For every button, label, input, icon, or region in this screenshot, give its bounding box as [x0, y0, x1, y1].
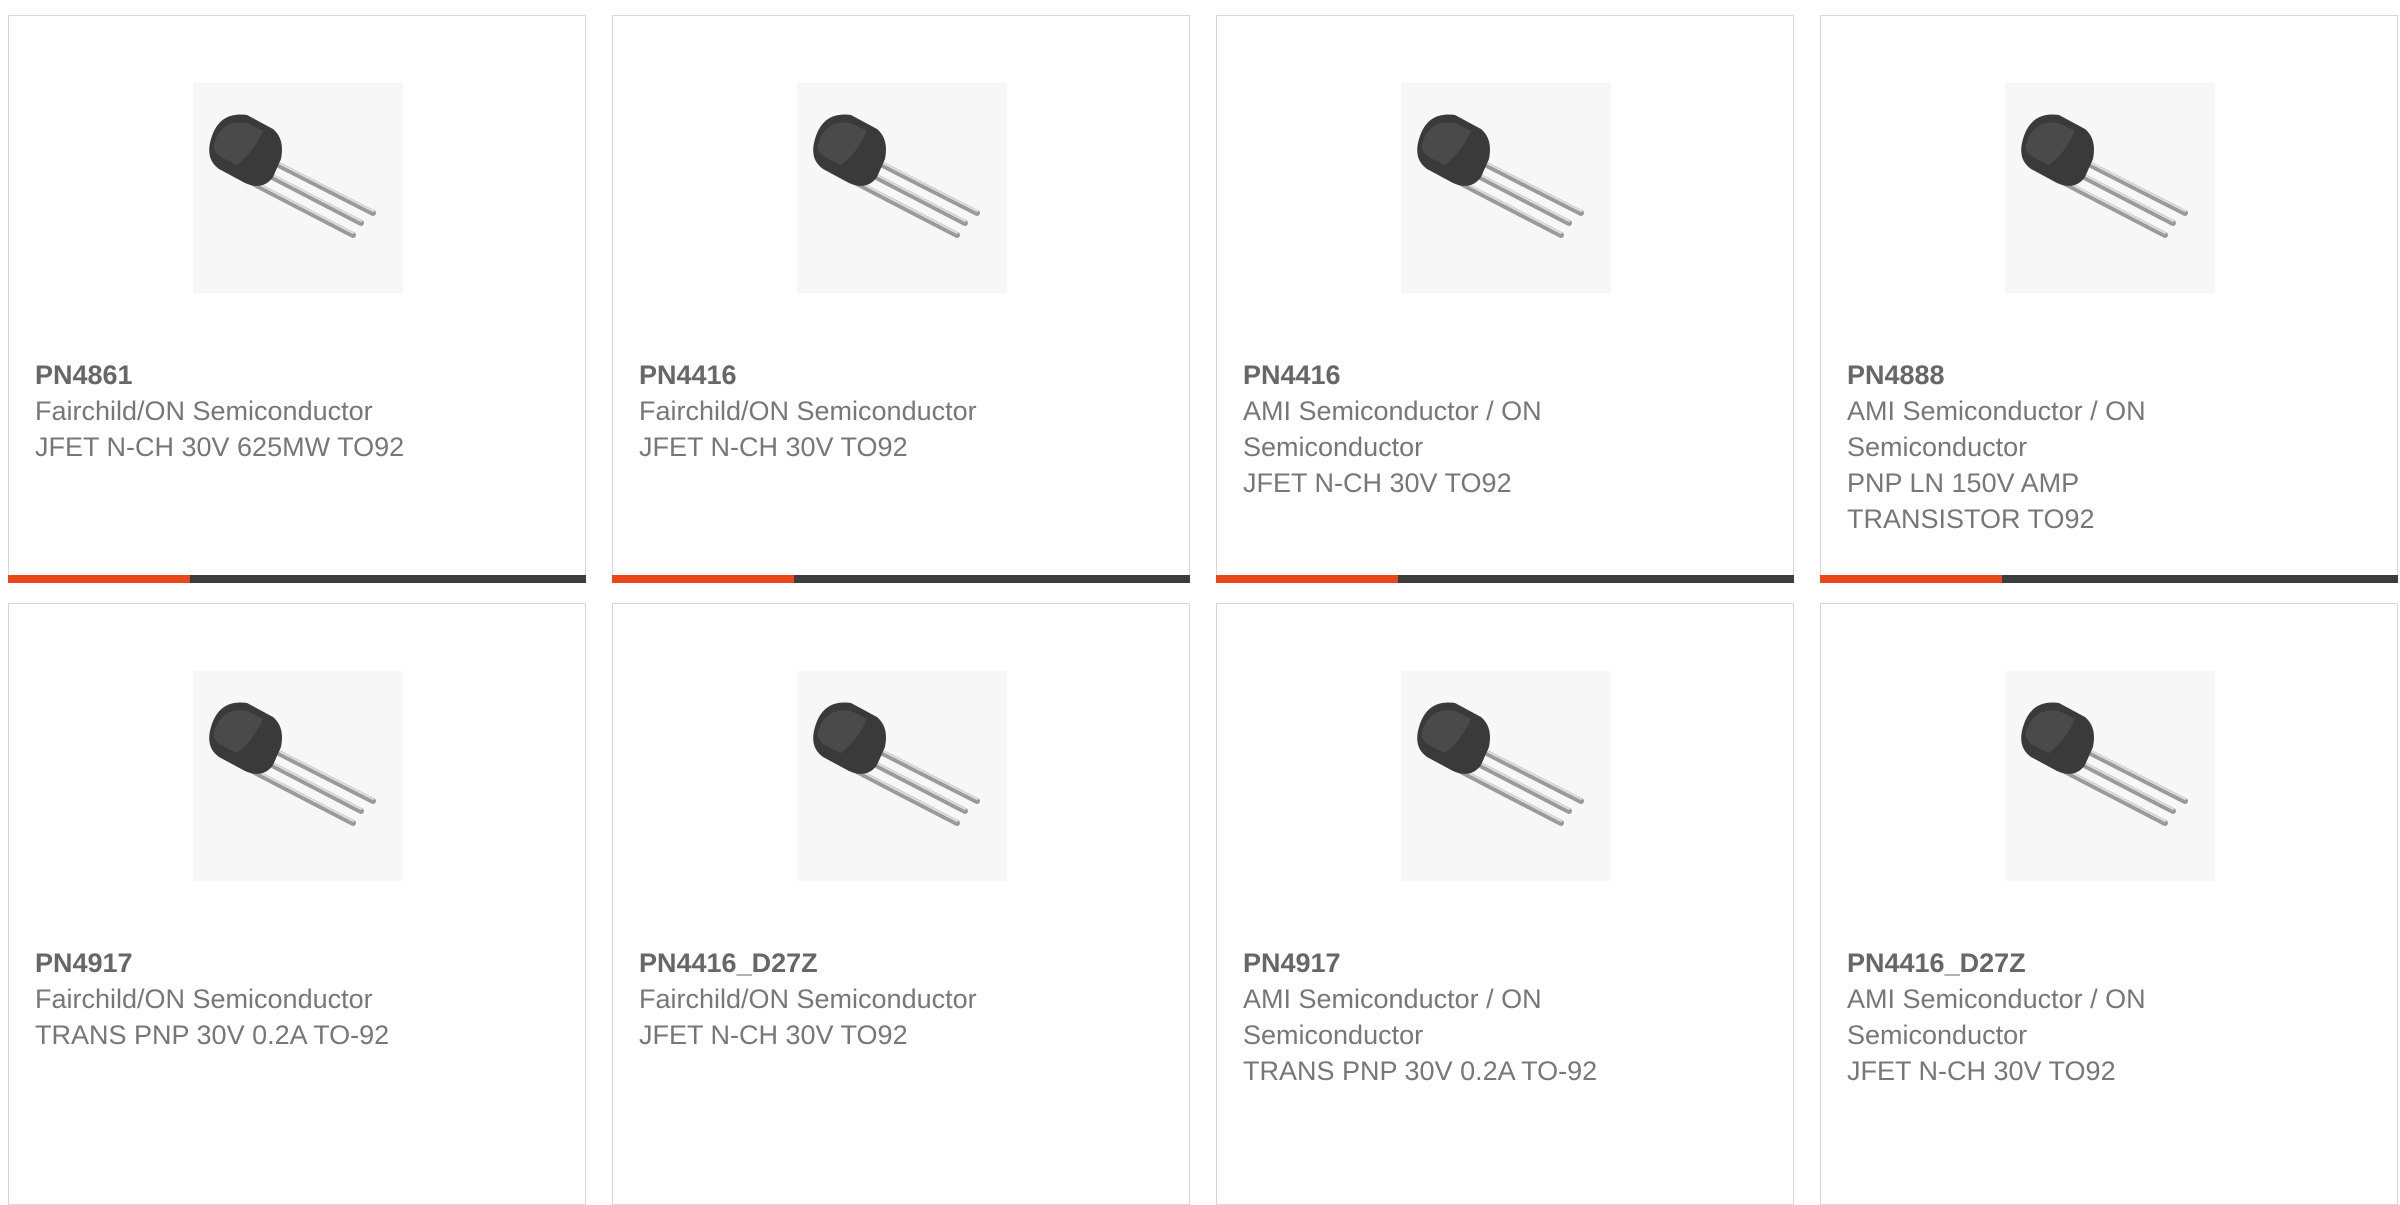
- card-bottom-bar: [1820, 575, 2398, 583]
- part-number[interactable]: PN4861: [35, 357, 559, 393]
- to92-transistor-icon: [813, 114, 980, 238]
- manufacturer: AMI Semiconductor / ON Semiconductor: [1847, 984, 2146, 1050]
- description: PNP LN 150V AMP TRANSISTOR TO92: [1847, 468, 2095, 534]
- product-card[interactable]: PN4861 Fairchild/ON Semiconductor JFET N…: [8, 15, 586, 583]
- to92-transistor-icon: [2021, 114, 2188, 238]
- product-card[interactable]: PN4917 Fairchild/ON Semiconductor TRANS …: [8, 603, 586, 1205]
- part-number[interactable]: PN4416_D27Z: [1847, 945, 2371, 981]
- product-image[interactable]: [1401, 83, 1611, 293]
- product-info: PN4861 Fairchild/ON Semiconductor JFET N…: [35, 357, 559, 465]
- part-number[interactable]: PN4416_D27Z: [639, 945, 1163, 981]
- description: JFET N-CH 30V TO92: [639, 1020, 908, 1050]
- manufacturer: AMI Semiconductor / ON Semiconductor: [1847, 396, 2146, 462]
- product-info: PN4416 Fairchild/ON Semiconductor JFET N…: [639, 357, 1163, 465]
- manufacturer: AMI Semiconductor / ON Semiconductor: [1243, 396, 1542, 462]
- manufacturer: AMI Semiconductor / ON Semiconductor: [1243, 984, 1542, 1050]
- description: JFET N-CH 30V TO92: [1243, 468, 1512, 498]
- to92-transistor-icon: [2021, 702, 2188, 826]
- manufacturer: Fairchild/ON Semiconductor: [639, 396, 977, 426]
- product-image[interactable]: [193, 671, 403, 881]
- part-number[interactable]: PN4917: [35, 945, 559, 981]
- to92-transistor-icon: [1417, 702, 1584, 826]
- description: TRANS PNP 30V 0.2A TO-92: [35, 1020, 390, 1050]
- product-card[interactable]: PN4416 AMI Semiconductor / ON Semiconduc…: [1216, 15, 1794, 583]
- part-number[interactable]: PN4416: [639, 357, 1163, 393]
- accent-bar: [8, 575, 190, 583]
- product-image[interactable]: [193, 83, 403, 293]
- accent-bar: [1820, 575, 2002, 583]
- product-card[interactable]: PN4416_D27Z AMI Semiconductor / ON Semic…: [1820, 603, 2398, 1205]
- product-card[interactable]: PN4416 Fairchild/ON Semiconductor JFET N…: [612, 15, 1190, 583]
- product-info: PN4917 AMI Semiconductor / ON Semiconduc…: [1243, 945, 1767, 1089]
- product-info: PN4416_D27Z Fairchild/ON Semiconductor J…: [639, 945, 1163, 1053]
- accent-bar: [612, 575, 794, 583]
- card-bottom-bar: [1216, 575, 1794, 583]
- product-image[interactable]: [2005, 671, 2215, 881]
- product-image[interactable]: [1401, 671, 1611, 881]
- description: JFET N-CH 30V TO92: [1847, 1056, 2116, 1086]
- description: JFET N-CH 30V 625MW TO92: [35, 432, 405, 462]
- product-card[interactable]: PN4917 AMI Semiconductor / ON Semiconduc…: [1216, 603, 1794, 1205]
- description: TRANS PNP 30V 0.2A TO-92: [1243, 1056, 1598, 1086]
- manufacturer: Fairchild/ON Semiconductor: [639, 984, 977, 1014]
- manufacturer: Fairchild/ON Semiconductor: [35, 984, 373, 1014]
- product-card[interactable]: PN4416_D27Z Fairchild/ON Semiconductor J…: [612, 603, 1190, 1205]
- product-image[interactable]: [2005, 83, 2215, 293]
- accent-bar: [1216, 575, 1398, 583]
- part-number[interactable]: PN4917: [1243, 945, 1767, 981]
- to92-transistor-icon: [1417, 114, 1584, 238]
- product-info: PN4917 Fairchild/ON Semiconductor TRANS …: [35, 945, 559, 1053]
- part-number[interactable]: PN4416: [1243, 357, 1767, 393]
- card-bottom-bar: [612, 575, 1190, 583]
- description: JFET N-CH 30V TO92: [639, 432, 908, 462]
- product-info: PN4888 AMI Semiconductor / ON Semiconduc…: [1847, 357, 2371, 537]
- product-card[interactable]: PN4888 AMI Semiconductor / ON Semiconduc…: [1820, 15, 2398, 583]
- product-image[interactable]: [797, 83, 1007, 293]
- product-info: PN4416_D27Z AMI Semiconductor / ON Semic…: [1847, 945, 2371, 1089]
- to92-transistor-icon: [209, 114, 376, 238]
- to92-transistor-icon: [209, 702, 376, 826]
- part-number[interactable]: PN4888: [1847, 357, 2371, 393]
- card-bottom-bar: [8, 575, 586, 583]
- to92-transistor-icon: [813, 702, 980, 826]
- product-grid: PN4861 Fairchild/ON Semiconductor JFET N…: [8, 15, 2398, 1205]
- product-info: PN4416 AMI Semiconductor / ON Semiconduc…: [1243, 357, 1767, 501]
- product-image[interactable]: [797, 671, 1007, 881]
- manufacturer: Fairchild/ON Semiconductor: [35, 396, 373, 426]
